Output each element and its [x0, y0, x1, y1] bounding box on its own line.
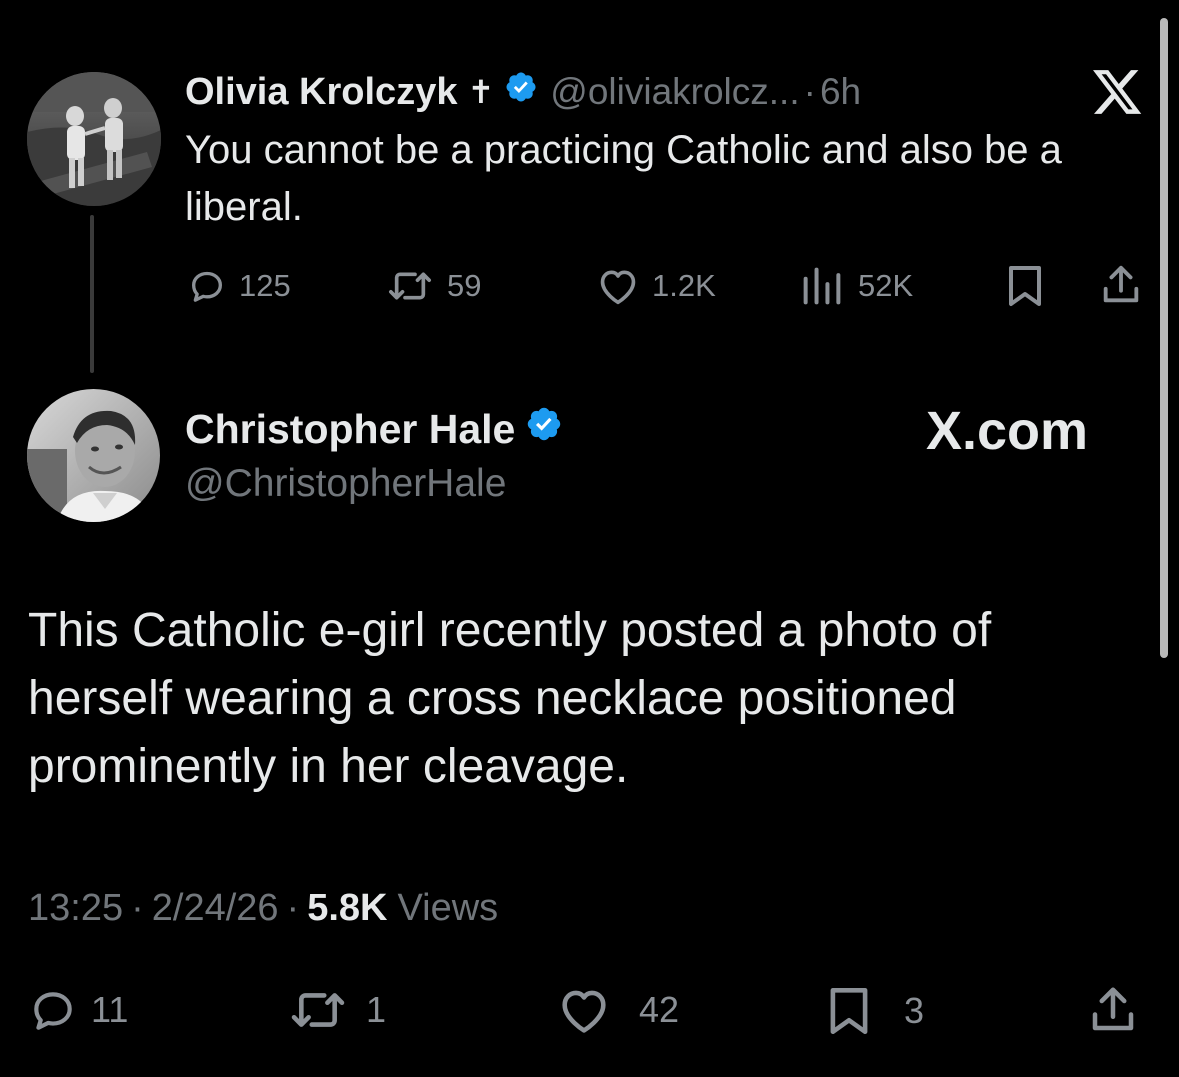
like-icon	[600, 270, 636, 305]
thread-connector-line	[90, 215, 94, 373]
quoted-reply-button[interactable]: 125	[187, 266, 291, 306]
quoted-views-count: 52K	[858, 268, 914, 303]
verified-badge-icon	[525, 405, 563, 453]
reply-icon	[192, 271, 222, 302]
tweet-time[interactable]: 13:25	[28, 884, 123, 932]
tweet-meta: 13:25 · 2/24/26 · 5.8K Views	[28, 884, 498, 932]
main-author-handle[interactable]: @ChristopherHale	[185, 460, 506, 508]
bookmark-button[interactable]: 3	[826, 985, 924, 1037]
like-count: 42	[639, 989, 680, 1030]
x-logo[interactable]	[1093, 70, 1147, 118]
bookmark-icon	[1009, 266, 1041, 306]
main-author-name[interactable]: Christopher Hale	[185, 406, 515, 453]
repost-count: 1	[366, 989, 387, 1030]
share-icon	[1103, 265, 1139, 303]
verified-badge-icon	[504, 70, 538, 114]
repost-icon	[291, 993, 345, 1027]
quoted-tweet-time[interactable]: 6h	[820, 71, 861, 113]
main-author-name-row: Christopher Hale	[185, 404, 563, 454]
share-button[interactable]	[1086, 983, 1140, 1037]
quoted-tweet-text: You cannot be a practicing Catholic and …	[185, 128, 1062, 229]
views-icon	[803, 267, 841, 305]
views-label: Views	[397, 887, 499, 929]
quoted-author-handle[interactable]: @oliviakrolcz...	[550, 71, 799, 113]
quoted-share-button[interactable]	[1098, 262, 1144, 308]
like-icon	[562, 990, 606, 1033]
christopher-avatar[interactable]	[27, 389, 160, 522]
repost-button[interactable]: 1	[286, 985, 386, 1035]
quoted-like-count: 1.2K	[652, 268, 716, 303]
quoted-bookmark-button[interactable]	[1005, 264, 1045, 308]
meta-separator: ·	[286, 887, 300, 929]
bookmark-icon	[830, 988, 868, 1034]
reply-button[interactable]: 11	[27, 985, 128, 1035]
main-tweet-text: This Catholic e-girl recently posted a p…	[28, 604, 992, 793]
reply-count: 11	[91, 989, 129, 1030]
views-count[interactable]: 5.8K	[307, 884, 387, 932]
share-icon	[1092, 987, 1134, 1031]
quoted-repost-button[interactable]: 59	[385, 266, 481, 306]
quoted-author-name[interactable]: Olivia Krolczyk	[185, 71, 457, 114]
quoted-like-button[interactable]: 1.2K	[596, 266, 716, 306]
x-com-watermark: X.com	[926, 401, 1089, 461]
tweet-date[interactable]: 2/24/26	[152, 884, 279, 932]
scrollbar[interactable]	[1160, 18, 1168, 658]
meta-separator: ·	[131, 887, 144, 929]
header-separator: ·	[803, 71, 816, 112]
quoted-repost-count: 59	[447, 268, 482, 303]
reply-icon	[34, 992, 72, 1030]
cross-symbol: ✝	[467, 74, 495, 110]
quoted-reply-count: 125	[239, 268, 291, 303]
repost-icon	[389, 272, 431, 300]
quoted-views-button[interactable]: 52K	[800, 266, 913, 306]
like-button[interactable]: 42	[555, 985, 679, 1035]
bookmark-count: 3	[904, 990, 925, 1031]
quoted-tweet-header: Olivia Krolczyk ✝ @oliviakrolcz... · 6h	[185, 68, 861, 116]
olivia-avatar[interactable]	[27, 72, 161, 206]
